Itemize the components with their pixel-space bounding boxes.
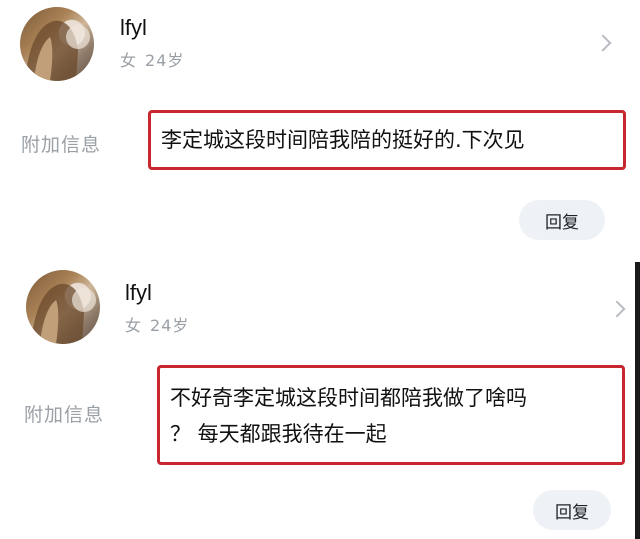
user-age: 24岁: [150, 316, 190, 335]
user-name: lfyl: [120, 15, 147, 40]
avatar[interactable]: [26, 270, 100, 344]
message-highlight-box: 李定城这段时间陪我陪的挺好的.下次见: [148, 110, 626, 170]
screen-edge: [635, 262, 640, 539]
user-gender: 女: [125, 316, 143, 335]
reply-button[interactable]: 回复: [519, 200, 605, 240]
message-text-line: 不好奇李定城这段时间都陪我做了啥吗: [170, 386, 527, 410]
message-highlight-box: 不好奇李定城这段时间都陪我做了啥吗 ？ 每天都跟我待在一起: [157, 365, 625, 465]
message-text-line: ？ 每天都跟我待在一起: [170, 422, 387, 446]
user-age: 24岁: [145, 51, 185, 70]
friend-request-card-1: lfyl 女 24岁 附加信息 李定城这段时间陪我陪的挺好的.下次见 回复: [0, 0, 640, 258]
message-text-line: 李定城这段时间陪我陪的挺好的.下次见: [161, 128, 525, 152]
friend-request-card-2: lfyl 女 24岁 附加信息 不好奇李定城这段时间都陪我做了啥吗 ？ 每天都跟我…: [0, 258, 640, 539]
additional-info-label: 附加信息: [24, 404, 105, 426]
chevron-right-icon[interactable]: [594, 34, 612, 52]
user-meta: 女 24岁: [125, 312, 189, 336]
reply-button[interactable]: 回复: [533, 490, 611, 530]
avatar[interactable]: [20, 7, 94, 81]
user-gender: 女: [120, 51, 138, 70]
additional-info-label: 附加信息: [21, 134, 102, 156]
chevron-right-icon[interactable]: [608, 300, 626, 318]
user-meta: 女 24岁: [120, 47, 184, 71]
user-name: lfyl: [125, 280, 152, 305]
